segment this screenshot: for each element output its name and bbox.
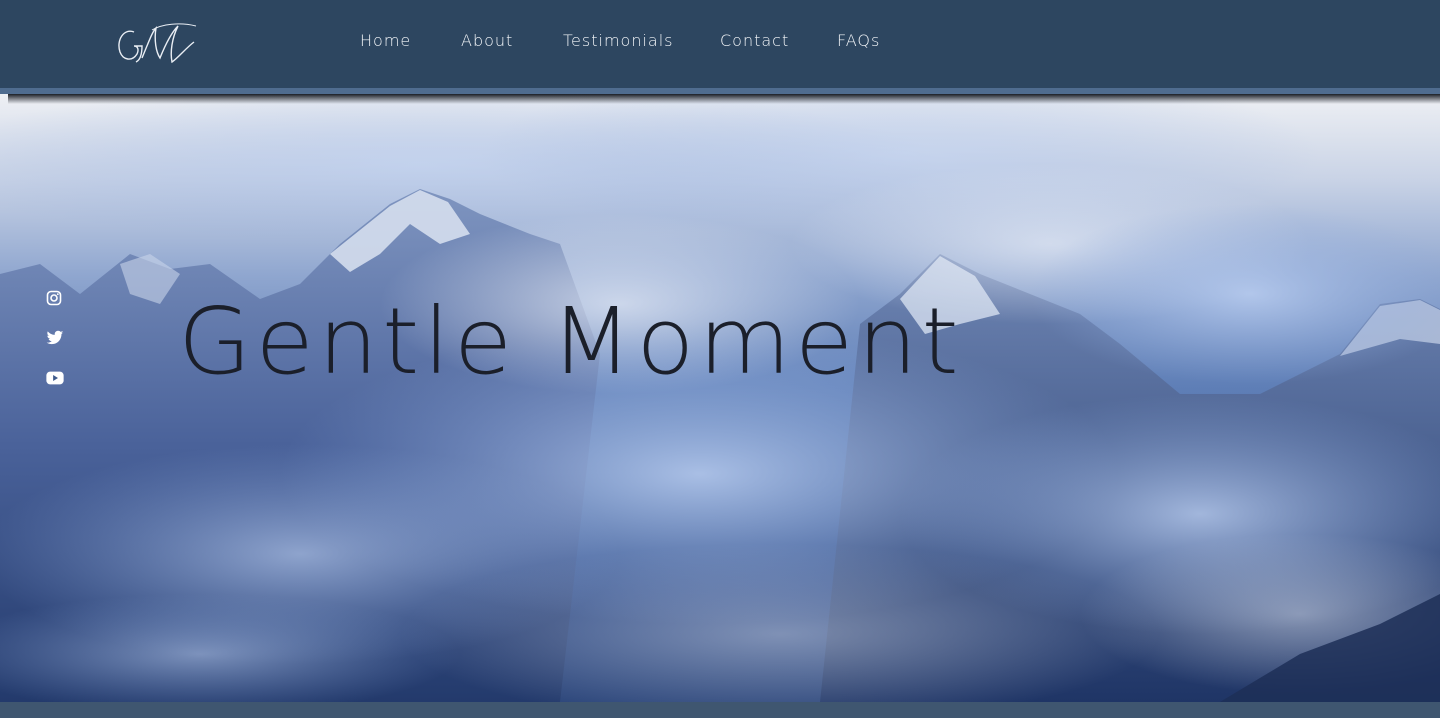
nav-faqs[interactable]: FAQs: [837, 31, 880, 50]
twitter-icon[interactable]: [46, 330, 66, 350]
nav-home[interactable]: Home: [360, 31, 411, 50]
nav-about[interactable]: About: [461, 31, 513, 50]
hero-section: [0, 94, 1440, 702]
instagram-icon[interactable]: [46, 290, 66, 310]
youtube-icon[interactable]: [46, 370, 66, 390]
script-monogram-logo-icon: [118, 23, 197, 64]
nav-testimonials[interactable]: Testimonials: [563, 31, 674, 50]
hero-title: Gentle Moment: [178, 288, 963, 395]
logo[interactable]: [112, 18, 202, 68]
site-header: Home About Testimonials Contact FAQs: [0, 0, 1440, 88]
footer-bar: [0, 702, 1440, 718]
mountain-background-image: [0, 94, 1440, 702]
header-stripe: [0, 88, 1440, 94]
header-shadow: [8, 94, 1440, 104]
nav-contact[interactable]: Contact: [720, 31, 789, 50]
